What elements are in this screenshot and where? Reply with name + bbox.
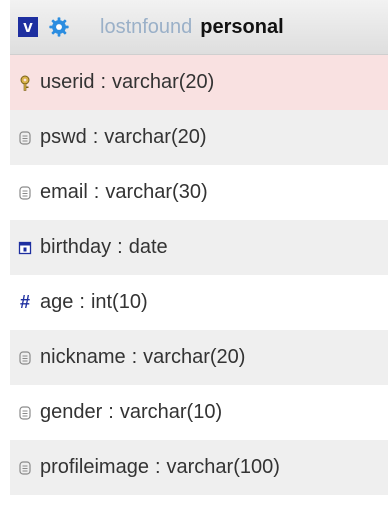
collapse-toggle-button[interactable]: v: [18, 17, 38, 37]
column-name: pswd: [40, 126, 87, 148]
column-name: age: [40, 291, 74, 313]
text-column-icon: [19, 130, 31, 145]
column-row-birthday[interactable]: birthday : date: [10, 220, 388, 275]
key-icon: [20, 75, 30, 91]
text-column-icon: [19, 405, 31, 420]
column-type: varchar(100): [166, 456, 280, 478]
database-name[interactable]: lostnfound: [100, 16, 192, 39]
column-separator: :: [117, 236, 123, 258]
column-row-email[interactable]: email : varchar(30): [10, 165, 388, 220]
column-name: birthday: [40, 236, 112, 258]
column-row-userid[interactable]: userid : varchar(20): [10, 55, 388, 110]
column-type: varchar(30): [105, 181, 208, 203]
calendar-icon: [18, 241, 32, 254]
text-column-icon: [19, 185, 31, 200]
gear-icon[interactable]: [48, 16, 70, 38]
column-separator: :: [93, 181, 100, 203]
table-name[interactable]: personal: [200, 16, 283, 39]
text-column-icon: [19, 460, 31, 475]
table-header: v lostnfound personal: [10, 0, 388, 55]
hash-icon: #: [19, 292, 30, 312]
column-type: date: [128, 236, 168, 258]
column-separator: :: [100, 71, 107, 93]
column-type: varchar(10): [119, 401, 223, 423]
column-name: gender: [40, 401, 103, 423]
column-row-nickname[interactable]: nickname : varchar(20): [10, 330, 388, 385]
column-row-pswd[interactable]: pswd : varchar(20): [10, 110, 388, 165]
column-row-profileimage[interactable]: profileimage : varchar(100): [10, 440, 388, 495]
column-separator: :: [92, 126, 99, 148]
table-card: v lostnfound personal userid: varchar(2…: [10, 0, 388, 506]
column-name: profileimage: [40, 456, 149, 478]
column-type: varchar(20): [112, 71, 215, 93]
text-column-icon: [19, 350, 31, 365]
column-name: email: [40, 181, 88, 203]
column-name: userid: [40, 71, 95, 93]
column-list: userid : varchar(20) pswd : varchar(20) …: [10, 55, 388, 495]
column-type: varchar(20): [104, 126, 207, 148]
column-separator: :: [79, 291, 85, 313]
column-type: int(10): [90, 291, 148, 313]
column-type: varchar(20): [143, 346, 246, 368]
column-name: nickname: [40, 346, 126, 368]
column-separator: :: [108, 401, 114, 423]
column-separator: :: [154, 456, 161, 478]
column-separator: :: [131, 346, 138, 368]
column-row-age[interactable]: # age : int(10): [10, 275, 388, 330]
column-row-gender[interactable]: gender : varchar(10): [10, 385, 388, 440]
